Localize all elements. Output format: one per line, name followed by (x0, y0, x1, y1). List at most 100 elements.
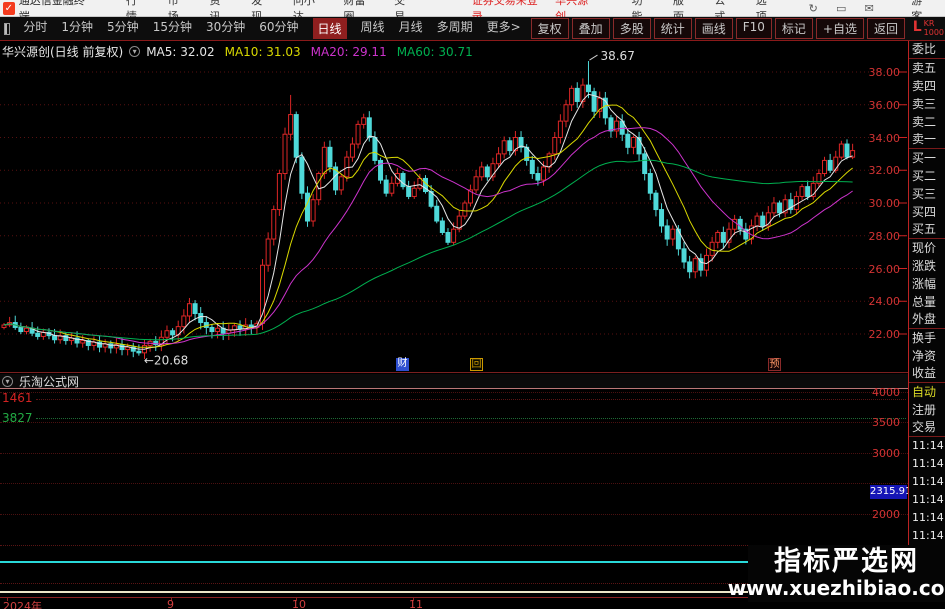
candle-body (716, 232, 720, 242)
candle-body (435, 206, 439, 221)
candle-body (171, 331, 175, 335)
chart-title-row: 华兴源创(日线 前复权) ▾ MA5: 32.02MA10: 31.03MA20… (2, 43, 483, 60)
sidebar-row-6[interactable]: 买一 (909, 149, 945, 167)
sidebar-row-14[interactable]: 总量 (909, 293, 945, 311)
candlestick-chart[interactable]: 38.67←20.68 (0, 41, 908, 373)
price-label-32: 32.00 (840, 164, 900, 177)
price-label-22: 22.00 (840, 328, 900, 341)
sidebar-row-9[interactable]: 买四 (909, 203, 945, 221)
sidebar-row-10[interactable]: 买五 (909, 221, 945, 239)
candle-body (688, 262, 692, 272)
phone-icon[interactable]: ▭ (832, 2, 850, 15)
sidebar-row-15[interactable]: 外盘 (909, 311, 945, 329)
ma-label-2: MA20: 29.11 (311, 45, 387, 59)
candle-body (216, 328, 220, 331)
sidebar-row-20[interactable]: 注册 (909, 401, 945, 419)
sub-gridline (0, 392, 908, 393)
period-tab-0[interactable]: 分时 (23, 18, 47, 39)
candle-body (755, 216, 759, 226)
tool-button-8[interactable]: 返回 (867, 18, 905, 39)
candle-body (238, 326, 242, 329)
candle-body (407, 187, 411, 197)
sidebar-row-24[interactable]: 11:14 (909, 473, 945, 491)
indicator-chevron-icon[interactable]: ▾ (2, 376, 13, 387)
main-chart-panel[interactable]: 华兴源创(日线 前复权) ▾ MA5: 32.02MA10: 31.03MA20… (0, 41, 908, 373)
candle-body (311, 200, 315, 221)
sidebar-row-27[interactable]: 11:14 (909, 527, 945, 545)
tool-button-4[interactable]: 画线 (695, 18, 733, 39)
candle-body (660, 210, 664, 226)
chart-tool-buttons: 复权叠加多股统计画线F10标记+自选返回 (528, 18, 905, 39)
tool-button-0[interactable]: 复权 (531, 18, 569, 39)
sub-gridline (0, 422, 908, 423)
sidebar-row-18[interactable]: 收益 (909, 365, 945, 383)
period-tab-1[interactable]: 1分钟 (61, 18, 93, 39)
period-tab-3[interactable]: 15分钟 (153, 18, 192, 39)
period-tab-6[interactable]: 日线 (313, 18, 347, 39)
sidebar-row-25[interactable]: 11:14 (909, 491, 945, 509)
period-tab-7[interactable]: 周线 (361, 18, 385, 39)
sidebar-row-0[interactable]: 委比 (909, 41, 945, 59)
sidebar-row-1[interactable]: 卖五 (909, 59, 945, 77)
candle-body (839, 144, 843, 157)
period-tab-8[interactable]: 月线 (399, 18, 423, 39)
sidebar-row-22[interactable]: 11:14 (909, 437, 945, 455)
forecast-icon[interactable]: 预 (768, 358, 781, 371)
indicator-value-1: 1461 (2, 391, 33, 405)
sidebar-row-13[interactable]: 涨幅 (909, 275, 945, 293)
stock-title[interactable]: 华兴源创(日线 前复权) (2, 43, 123, 60)
sidebar-row-19[interactable]: 自动 (909, 383, 945, 401)
indicator-header[interactable]: ▾ 乐淘公式网 (0, 374, 908, 389)
candle-body (536, 174, 540, 181)
candle-body (373, 138, 377, 161)
candle-body (463, 203, 467, 216)
sidebar-row-2[interactable]: 卖四 (909, 77, 945, 95)
sidebar-row-5[interactable]: 卖一 (909, 131, 945, 149)
period-tab-10[interactable]: 更多> (487, 18, 521, 39)
candle-body (193, 304, 197, 314)
kr-letter: L (913, 19, 922, 37)
candle-body (350, 144, 354, 157)
annotation-arrow (589, 55, 597, 60)
sidebar-row-8[interactable]: 买三 (909, 185, 945, 203)
candle-body (36, 333, 40, 336)
tool-button-6[interactable]: 标记 (775, 18, 813, 39)
mail-icon[interactable]: ✉ (860, 2, 878, 15)
sidebar-row-4[interactable]: 卖二 (909, 113, 945, 131)
ma-line-MA60 (4, 160, 853, 340)
finance-report-icon[interactable]: 财 (396, 358, 409, 371)
candle-body (294, 115, 298, 158)
price-label-24: 24.00 (840, 295, 900, 308)
sidebar-row-7[interactable]: 买二 (909, 167, 945, 185)
candle-body (305, 193, 309, 221)
sidebar-row-12[interactable]: 涨跌 (909, 257, 945, 275)
tool-button-2[interactable]: 多股 (613, 18, 651, 39)
tool-button-1[interactable]: 叠加 (572, 18, 610, 39)
announcement-icon[interactable]: 回 (470, 358, 483, 371)
candle-body (283, 134, 287, 173)
period-tab-5[interactable]: 60分钟 (259, 18, 298, 39)
chevron-down-icon[interactable]: ▾ (129, 46, 140, 57)
quote-sidebar[interactable]: 委比卖五卖四卖三卖二卖一买一买二买三买四买五现价涨跌涨幅总量外盘换手净资收益自动… (908, 41, 945, 597)
candle-body (845, 144, 849, 157)
sidebar-row-17[interactable]: 净资 (909, 347, 945, 365)
period-tab-4[interactable]: 30分钟 (206, 18, 245, 39)
sidebar-row-11[interactable]: 现价 (909, 239, 945, 257)
sidebar-row-3[interactable]: 卖三 (909, 95, 945, 113)
indicator-title[interactable]: 乐淘公式网 (19, 373, 79, 390)
candle-body (210, 327, 214, 331)
tool-button-7[interactable]: +自选 (816, 18, 864, 39)
tool-button-5[interactable]: F10 (736, 18, 772, 39)
period-tab-9[interactable]: 多周期 (437, 18, 473, 39)
period-tab-2[interactable]: 5分钟 (107, 18, 139, 39)
candle-body (654, 193, 658, 209)
sidebar-row-26[interactable]: 11:14 (909, 509, 945, 527)
sub-axis-label-3000: 3000 (840, 447, 900, 460)
refresh-icon[interactable]: ↻ (804, 2, 822, 15)
layout-split-icon[interactable] (4, 23, 10, 35)
tool-button-3[interactable]: 统计 (654, 18, 692, 39)
candle-body (356, 124, 360, 144)
sidebar-row-16[interactable]: 换手 (909, 329, 945, 347)
sidebar-row-21[interactable]: 交易 (909, 419, 945, 437)
sidebar-row-23[interactable]: 11:14 (909, 455, 945, 473)
